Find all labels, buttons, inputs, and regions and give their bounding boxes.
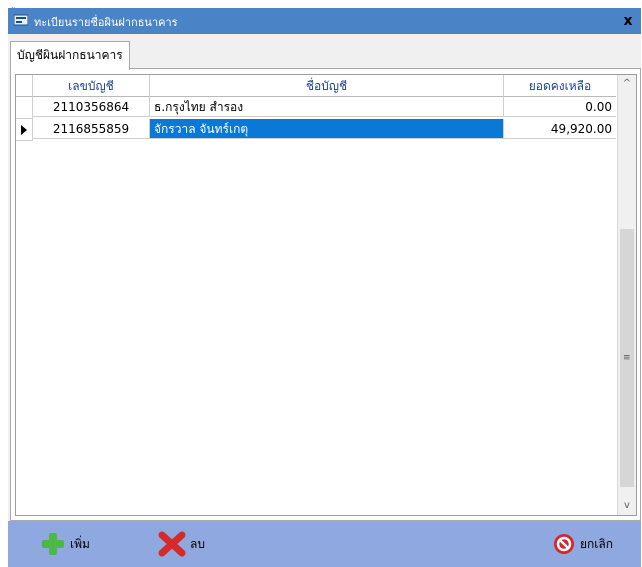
delete-x-icon — [158, 531, 186, 557]
scroll-grip-icon: ≡ — [623, 353, 631, 363]
no-entry-icon — [554, 534, 574, 554]
column-header-balance[interactable]: ยอดคงเหลือ — [504, 75, 616, 97]
delete-label: ลบ — [190, 536, 205, 551]
plus-icon — [42, 533, 64, 555]
tab-bank-accounts[interactable]: บัญชีผินฝากธนาคาร — [10, 41, 130, 70]
window-client: บัญชีผินฝากธนาคาร เลขบัญชี ชื่อบัญชี ยอด… — [8, 34, 641, 521]
cell-balance[interactable]: 0.00 — [504, 97, 616, 117]
cancel-label: ยกเลิก — [580, 536, 614, 551]
column-header-account-no[interactable]: เลขบัญชี — [33, 75, 150, 97]
scrollbar-thumb[interactable]: ≡ — [620, 229, 634, 487]
chevron-up-icon: ^ — [622, 78, 632, 89]
window-titlebar[interactable]: ทะเบียนรายชื่อผินฝากธนาคาร x — [8, 8, 641, 35]
vertical-scrollbar[interactable]: ^ ≡ v — [617, 75, 636, 515]
delete-button[interactable]: ลบ — [158, 530, 205, 558]
cell-balance[interactable]: 49,920.00 — [504, 119, 616, 139]
top-strip: ู — [0, 0, 642, 8]
table-row[interactable]: 2110356864 ธ.กรุงไทย สำรอง 0.00 — [16, 97, 616, 119]
cell-account-name[interactable]: ธ.กรุงไทย สำรอง — [150, 97, 504, 117]
scroll-down-button[interactable]: v — [618, 497, 636, 515]
window-title: ทะเบียนรายชื่อผินฝากธนาคาร — [34, 16, 178, 29]
app-icon — [14, 14, 28, 26]
table-row[interactable]: 2116855859 จักรวาล จันทร์เกตุ 49,920.00 — [16, 119, 616, 141]
close-icon: x — [623, 13, 633, 29]
close-button[interactable]: x — [615, 8, 641, 34]
cell-account-no[interactable]: 2116855859 — [33, 119, 150, 139]
header-indicator-cell — [16, 75, 33, 97]
row-indicator[interactable] — [16, 97, 33, 119]
tab-panel: เลขบัญชี ชื่อบัญชี ยอดคงเหลือ 2110356864… — [10, 68, 641, 521]
column-header-account-name[interactable]: ชื่อบัญชี — [150, 75, 504, 97]
grid-header: เลขบัญชี ชื่อบัญชี ยอดคงเหลือ — [16, 75, 616, 97]
current-row-arrow-icon — [21, 125, 27, 135]
cell-account-name[interactable]: จักรวาล จันทร์เกตุ — [150, 119, 504, 139]
accounts-grid[interactable]: เลขบัญชี ชื่อบัญชี ยอดคงเหลือ 2110356864… — [15, 74, 637, 516]
cancel-button[interactable]: ยกเลิก — [552, 530, 613, 558]
row-indicator[interactable] — [16, 119, 33, 141]
scroll-up-button[interactable]: ^ — [618, 75, 636, 93]
tab-label: บัญชีผินฝากธนาคาร — [17, 48, 123, 62]
cell-account-no[interactable]: 2110356864 — [33, 97, 150, 117]
chevron-down-icon: v — [624, 500, 630, 511]
footer-toolbar: เพิ่ม ลบ ยกเลิก — [8, 521, 641, 567]
add-button[interactable]: เพิ่ม — [40, 530, 90, 558]
add-label: เพิ่ม — [70, 536, 90, 551]
